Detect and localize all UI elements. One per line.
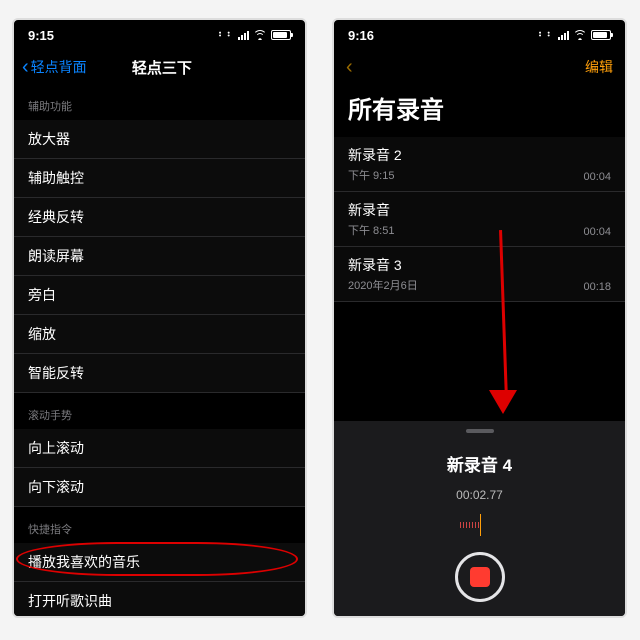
current-recording-time: 00:02.77 — [456, 488, 503, 502]
drag-handle[interactable] — [466, 429, 494, 433]
option-classic-invert[interactable]: 经典反转 — [14, 198, 305, 237]
stop-record-button[interactable] — [455, 552, 505, 602]
nav-bar: ‹ 轻点背面 轻点三下 — [14, 50, 305, 84]
stop-icon — [470, 567, 490, 587]
recording-row[interactable]: 新录音 2 下午 9:15 00:04 — [334, 137, 625, 192]
status-bar: 9:15 ᛬᛬ — [14, 20, 305, 50]
recording-duration: 00:18 — [583, 281, 611, 293]
signal-icon — [558, 30, 569, 40]
option-voiceover[interactable]: 旁白 — [14, 276, 305, 315]
recording-duration: 00:04 — [583, 171, 611, 183]
page-title: 所有录音 — [334, 84, 625, 137]
recording-panel: 新录音 4 00:02.77 — [334, 421, 625, 616]
option-scroll-down[interactable]: 向下滚动 — [14, 468, 305, 507]
cellular-icon: ᛬᛬ — [217, 29, 234, 41]
recording-name: 新录音 2 — [348, 145, 402, 165]
option-open-song-id[interactable]: 打开听歌识曲 — [14, 582, 305, 618]
recording-date: 下午 8:51 — [348, 222, 394, 238]
recording-name: 新录音 — [348, 200, 394, 220]
battery-icon — [591, 30, 611, 40]
status-bar: 9:16 ᛬᛬ — [334, 20, 625, 50]
cellular-icon: ᛬᛬ — [537, 29, 554, 41]
section-header-shortcuts: 快捷指令 — [14, 507, 305, 543]
edit-button[interactable]: 编辑 — [585, 57, 613, 77]
settings-screen: 9:15 ᛬᛬ ‹ 轻点背面 轻点三下 辅助功能 放大器 辅助触控 经典反转 朗… — [12, 18, 307, 618]
wifi-icon — [253, 30, 267, 40]
recording-duration: 00:04 — [583, 226, 611, 238]
recording-row[interactable]: 新录音 3 2020年2月6日 00:18 — [334, 247, 625, 302]
page-title: 轻点三下 — [27, 57, 297, 78]
section-header-accessibility: 辅助功能 — [14, 84, 305, 120]
option-magnifier[interactable]: 放大器 — [14, 120, 305, 159]
recording-date: 下午 9:15 — [348, 167, 402, 183]
wifi-icon — [573, 30, 587, 40]
nav-bar: ‹ 编辑 — [334, 50, 625, 84]
status-time: 9:16 — [348, 28, 374, 43]
option-smart-invert[interactable]: 智能反转 — [14, 354, 305, 393]
status-time: 9:15 — [28, 28, 54, 43]
option-scroll-up[interactable]: 向上滚动 — [14, 429, 305, 468]
waveform[interactable] — [334, 516, 625, 534]
signal-icon — [238, 30, 249, 40]
option-play-favorite-music[interactable]: 播放我喜欢的音乐 — [14, 543, 305, 582]
recording-row[interactable]: 新录音 下午 8:51 00:04 — [334, 192, 625, 247]
recording-date: 2020年2月6日 — [348, 277, 418, 293]
option-assistive-touch[interactable]: 辅助触控 — [14, 159, 305, 198]
section-header-scroll: 滚动手势 — [14, 393, 305, 429]
battery-icon — [271, 30, 291, 40]
back-button[interactable]: ‹ — [346, 56, 353, 79]
recording-name: 新录音 3 — [348, 255, 418, 275]
option-zoom[interactable]: 缩放 — [14, 315, 305, 354]
option-speak-screen[interactable]: 朗读屏幕 — [14, 237, 305, 276]
current-recording-name: 新录音 4 — [447, 451, 512, 476]
voice-memos-screen: 9:16 ᛬᛬ ‹ 编辑 所有录音 新录音 2 下午 9:15 00:04 新录… — [332, 18, 627, 618]
